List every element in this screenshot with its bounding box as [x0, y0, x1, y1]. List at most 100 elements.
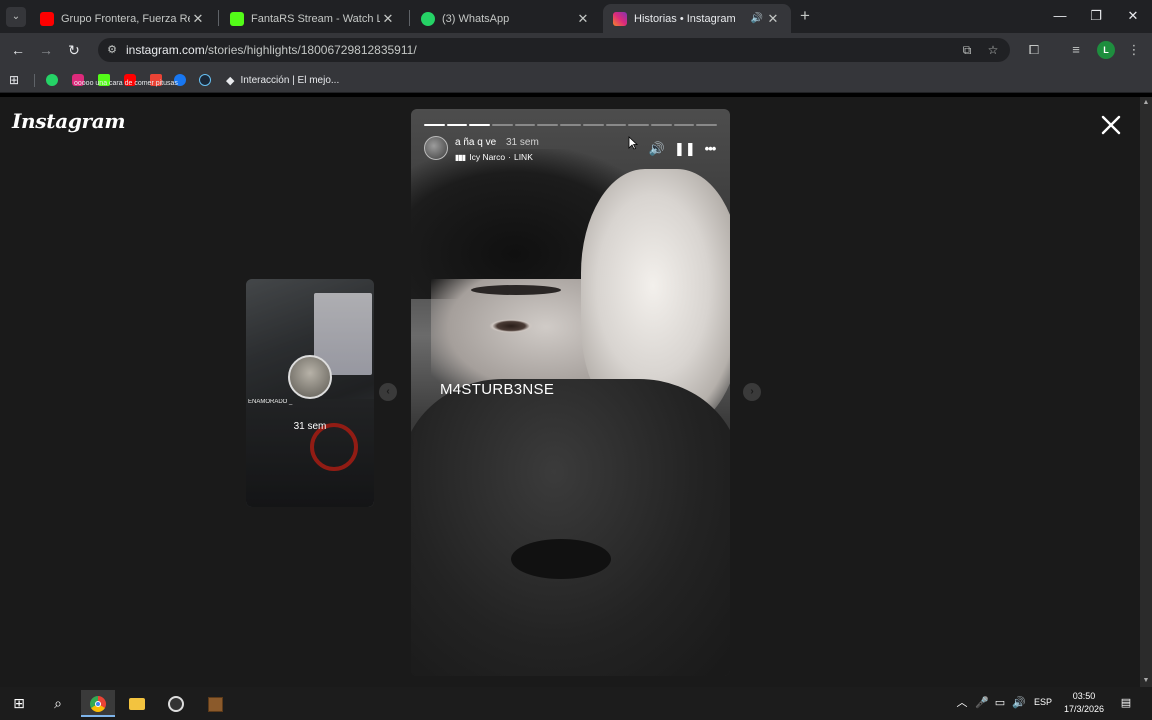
progress-segment	[560, 124, 581, 126]
bookmark-tiny-label[interactable]: ooooo una cara de comer pitusas	[74, 75, 178, 91]
progress-segment	[650, 124, 672, 126]
progress-segment	[424, 124, 445, 126]
tab-separator	[409, 10, 410, 26]
tab-whatsapp[interactable]: (3) WhatsApp ✕	[411, 4, 601, 33]
clock-time: 03:50	[1072, 691, 1096, 701]
previous-story-time: 31 sem	[293, 421, 327, 432]
media-control-icon[interactable]: ≡	[1066, 40, 1086, 60]
reload-icon[interactable]: ↻	[64, 40, 84, 60]
search-icon[interactable]: ⌕	[41, 690, 75, 717]
install-app-icon[interactable]: ⧉	[959, 42, 975, 58]
more-options-icon[interactable]: •••	[701, 140, 719, 158]
menu-icon[interactable]: ⋮	[1124, 40, 1144, 60]
previous-arrow-icon[interactable]: ‹	[379, 383, 397, 401]
progress-segment	[492, 124, 513, 126]
whatsapp-icon	[46, 74, 58, 86]
avatar	[288, 355, 332, 399]
site-info-icon[interactable]: ⚙	[104, 42, 120, 58]
windows-start-icon[interactable]: ⊞	[2, 690, 36, 717]
restore-button[interactable]: ❐	[1078, 6, 1114, 26]
next-arrow-icon[interactable]: ›	[743, 383, 761, 401]
browser-toolbar: ← → ↻ ⚙ instagram.com/stories/highlights…	[0, 33, 1152, 67]
story-username[interactable]: a ña q ve	[455, 137, 496, 148]
tab-instagram[interactable]: Historias • Instagram 🔊 ✕	[603, 4, 791, 33]
progress-segment	[582, 124, 604, 126]
story-header: a ña q ve 31 sem ▮▮▮ Icy Narco · LINK 🔊 …	[424, 136, 719, 164]
language-indicator[interactable]: ESP	[1034, 697, 1052, 707]
speaker-icon[interactable]: 🔊	[1011, 695, 1027, 711]
progress-segment	[514, 124, 536, 126]
tab-close-icon[interactable]: ✕	[765, 11, 781, 27]
pause-icon[interactable]: ❚❚	[674, 140, 696, 158]
address-bar[interactable]: ⚙ instagram.com/stories/highlights/18006…	[98, 38, 1010, 62]
instagram-icon	[613, 11, 627, 26]
page-scrollbar[interactable]: ▲ ▼	[1140, 97, 1152, 687]
avatar[interactable]	[424, 136, 448, 160]
music-bars-icon: ▮▮▮	[455, 152, 466, 162]
network-icon[interactable]: ▭	[992, 695, 1008, 711]
bookmark-whatsapp[interactable]	[46, 72, 62, 88]
clock[interactable]: 03:50 17/3/2026	[1058, 690, 1110, 716]
music-title: Icy Narco	[469, 152, 506, 162]
tab-kick[interactable]: FantaRS Stream - Watch Live on ✕	[220, 4, 406, 33]
profile-avatar[interactable]: L	[1097, 41, 1115, 59]
story-image	[511, 539, 611, 579]
new-tab-button[interactable]: +	[796, 6, 814, 26]
story-image	[489, 319, 533, 333]
progress-segment	[469, 124, 491, 126]
story-image	[471, 285, 561, 295]
obs-icon[interactable]	[159, 690, 193, 717]
tab-title: (3) WhatsApp	[442, 12, 510, 25]
extensions-icon[interactable]: ⧠	[1024, 40, 1044, 60]
story-image	[411, 379, 730, 676]
tray-overflow-icon[interactable]: ︿	[954, 695, 970, 711]
bookmarks-bar: ⊞ ooooo una cara de comer pitusas ◆ Inte…	[0, 67, 1152, 93]
diamond-icon: ◆	[226, 74, 235, 87]
tab-close-icon[interactable]: ✕	[380, 11, 396, 27]
tab-youtube[interactable]: Grupo Frontera, Fuerza Regida ✕	[30, 4, 216, 33]
microphone-icon[interactable]: 🎤	[974, 695, 990, 711]
chrome-icon[interactable]	[81, 690, 115, 717]
scroll-down-icon[interactable]: ▼	[1142, 677, 1150, 685]
tab-search-button[interactable]: ⌄	[6, 7, 26, 27]
apps-grid-icon[interactable]: ⊞	[9, 72, 19, 88]
file-explorer-icon[interactable]	[120, 690, 154, 717]
bookmark-star-icon[interactable]: ☆	[985, 42, 1001, 58]
bookmark-steam[interactable]	[199, 72, 215, 88]
progress-segment	[446, 124, 468, 126]
tab-close-icon[interactable]: ✕	[575, 11, 591, 27]
notifications-icon[interactable]: ▤	[1118, 695, 1134, 711]
url-text: instagram.com/stories/highlights/1800672…	[126, 43, 417, 57]
minimize-button[interactable]: —	[1042, 6, 1078, 26]
progress-segment	[537, 124, 559, 126]
minecraft-icon[interactable]	[198, 690, 232, 717]
progress-segment	[628, 124, 649, 126]
tab-strip: ⌄ Grupo Frontera, Fuerza Regida ✕ FantaR…	[0, 0, 1152, 33]
mouse-cursor-icon	[628, 136, 638, 150]
music-separator: ·	[508, 152, 511, 162]
music-artist: LINK	[513, 152, 533, 162]
forward-icon[interactable]: →	[36, 40, 56, 60]
story-caption: M4STURB3NSE	[440, 381, 555, 398]
story-music[interactable]: ▮▮▮ Icy Narco · LINK	[455, 152, 533, 162]
tab-title: Grupo Frontera, Fuerza Regida	[61, 12, 190, 25]
back-icon[interactable]: ←	[8, 40, 28, 60]
steam-icon	[199, 74, 211, 86]
bookmark-separator	[34, 74, 35, 87]
tab-close-icon[interactable]: ✕	[190, 11, 206, 27]
tab-separator	[218, 10, 219, 26]
windows-taskbar: ⊞ ⌕ ︿ 🎤 ▭ 🔊 ESP 03:50 17/3/2026 ▤	[0, 687, 1152, 720]
whatsapp-icon	[421, 11, 435, 26]
close-window-button[interactable]: ✕	[1115, 6, 1151, 26]
story-progress-bar	[424, 124, 717, 126]
tab-title: Historias • Instagram	[634, 12, 736, 25]
instagram-logo[interactable]: Instagram	[12, 109, 126, 133]
scroll-up-icon[interactable]: ▲	[1142, 99, 1150, 107]
story-card[interactable]: a ña q ve 31 sem ▮▮▮ Icy Narco · LINK 🔊 …	[411, 109, 730, 676]
story-viewer: Instagram ENAMORADO _ 31 sem ‹ › a ña q …	[0, 97, 1140, 687]
previous-story-preview[interactable]: ENAMORADO _ 31 sem	[246, 279, 374, 507]
bookmark-interaccion[interactable]: ◆ Interacción | El mejo...	[226, 72, 339, 88]
volume-icon[interactable]: 🔊	[648, 140, 666, 158]
close-icon[interactable]	[1099, 113, 1123, 137]
tab-audio-icon[interactable]: 🔊	[749, 13, 765, 24]
